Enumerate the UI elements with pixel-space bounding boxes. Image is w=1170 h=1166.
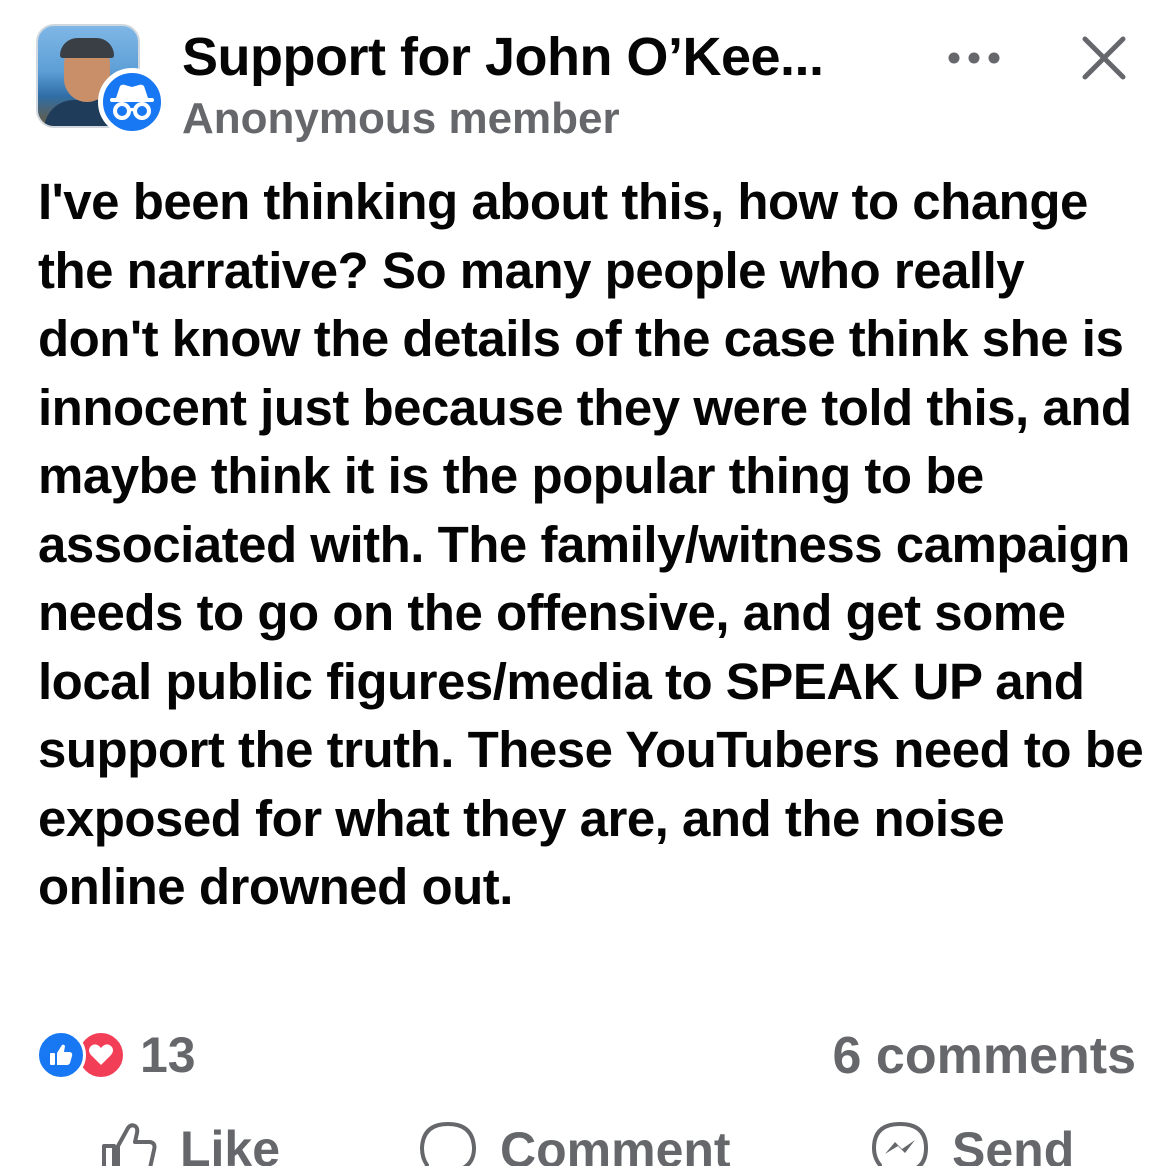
reactions-summary[interactable]: 13 [36,1027,196,1083]
post-body-text: I've been thinking about this, how to ch… [38,173,1144,915]
post-actions-bar: Like Comment Send [0,1112,1170,1166]
reaction-count: 13 [140,1027,196,1083]
comments-count-link[interactable]: 6 comments [833,1026,1136,1086]
messenger-icon [872,1122,928,1166]
avatar-cap [60,38,114,58]
close-button[interactable] [1076,30,1132,86]
group-name-link[interactable]: Support for John O’Kee... [182,26,824,88]
like-label: Like [180,1121,281,1166]
author-label: Anonymous member [182,94,620,143]
comment-button[interactable]: Comment [418,1120,731,1166]
comment-label: Comment [500,1122,731,1166]
close-icon [1082,36,1126,80]
like-button[interactable]: Like [100,1120,280,1166]
avatar-group[interactable] [36,24,166,136]
comment-icon [420,1122,476,1166]
post-stats-bar: 13 6 comments [36,1020,1136,1090]
send-button[interactable]: Send [870,1120,1074,1166]
post-header: Support for John O’Kee... Anonymous memb… [36,24,1136,144]
like-reaction-icon [36,1030,86,1080]
like-icon [102,1123,157,1166]
more-horizontal-icon [948,52,1000,64]
anonymous-badge-icon [98,68,166,136]
more-options-button[interactable] [944,38,1004,78]
send-label: Send [952,1122,1075,1166]
